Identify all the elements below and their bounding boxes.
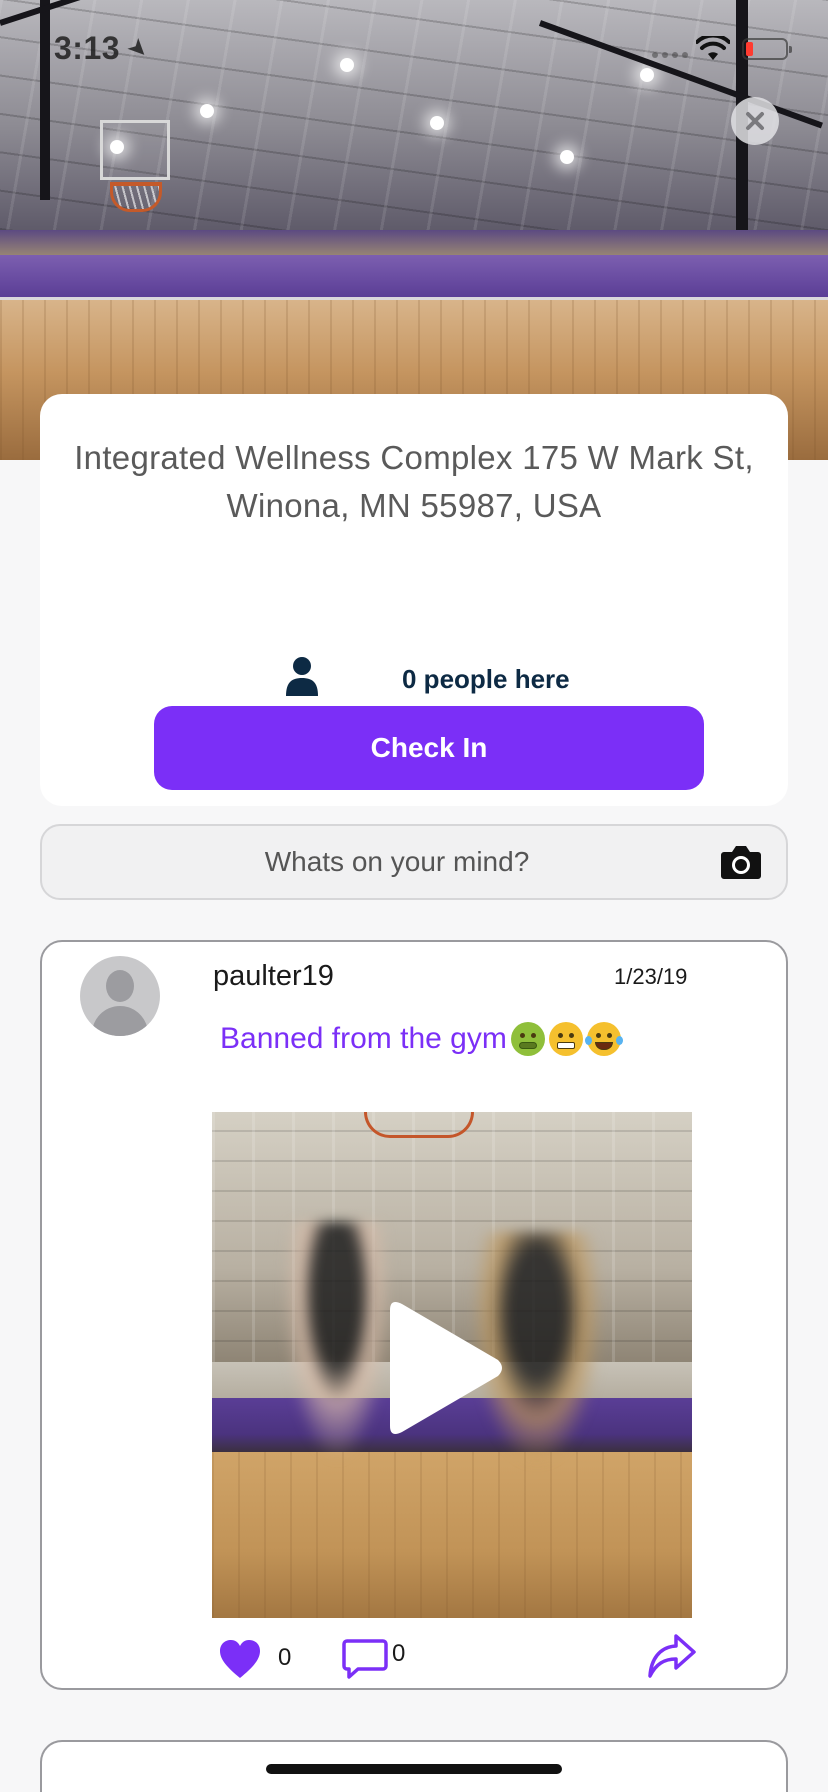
hoop-rim <box>110 182 162 212</box>
compose-input[interactable]: Whats on your mind? <box>102 826 692 898</box>
ceiling-light <box>200 104 214 118</box>
share-icon[interactable] <box>646 1632 698 1680</box>
post-username[interactable]: paulter19 <box>213 960 334 993</box>
location-address: Integrated Wellness Complex 175 W Mark S… <box>74 439 754 524</box>
like-count: 0 <box>278 1644 292 1671</box>
ceiling-light <box>430 116 444 130</box>
comment-icon[interactable] <box>342 1638 388 1680</box>
status-time: 3:13 <box>54 30 121 66</box>
location-card: Integrated Wellness Complex 175 W Mark S… <box>40 394 788 806</box>
signal-dots-icon <box>652 52 688 58</box>
post-actions: 0 0 <box>42 1632 790 1688</box>
person-icon <box>286 657 318 696</box>
backboard <box>100 120 170 180</box>
ceiling-light <box>560 150 574 164</box>
wifi-icon <box>696 36 730 60</box>
status-bar: 3:13 ➤ <box>0 0 828 100</box>
avatar[interactable] <box>80 956 160 1036</box>
heart-icon[interactable] <box>218 1638 262 1680</box>
camera-icon[interactable] <box>720 844 762 880</box>
tears-of-joy-face-icon <box>584 1022 623 1056</box>
post-text-body: Banned from the gym <box>220 1022 507 1055</box>
people-count: 0 people here <box>402 664 570 694</box>
post-date: 1/23/19 <box>614 964 688 989</box>
close-icon <box>746 112 764 130</box>
grimacing-face-icon <box>548 1022 583 1056</box>
video-floor <box>212 1452 692 1618</box>
people-here-row: 0 people here <box>40 656 788 706</box>
video-player-figure <box>282 1222 392 1462</box>
check-in-button[interactable]: Check In <box>154 706 704 790</box>
comment-count: 0 <box>392 1640 406 1667</box>
close-button[interactable] <box>731 97 779 145</box>
compose-post-bar[interactable]: Whats on your mind? <box>40 824 788 900</box>
play-icon[interactable] <box>382 1298 506 1438</box>
post-text: Banned from the gym <box>220 1022 623 1056</box>
post-card: paulter19 1/23/19 Banned from the gym 0 … <box>40 940 788 1690</box>
home-indicator[interactable] <box>266 1764 562 1774</box>
location-arrow-icon: ➤ <box>121 31 155 66</box>
nauseated-face-icon <box>510 1022 545 1056</box>
battery-icon <box>742 38 792 60</box>
battery-level <box>746 42 753 56</box>
video-hoop-rim <box>364 1112 474 1138</box>
post-video[interactable] <box>212 1112 692 1618</box>
